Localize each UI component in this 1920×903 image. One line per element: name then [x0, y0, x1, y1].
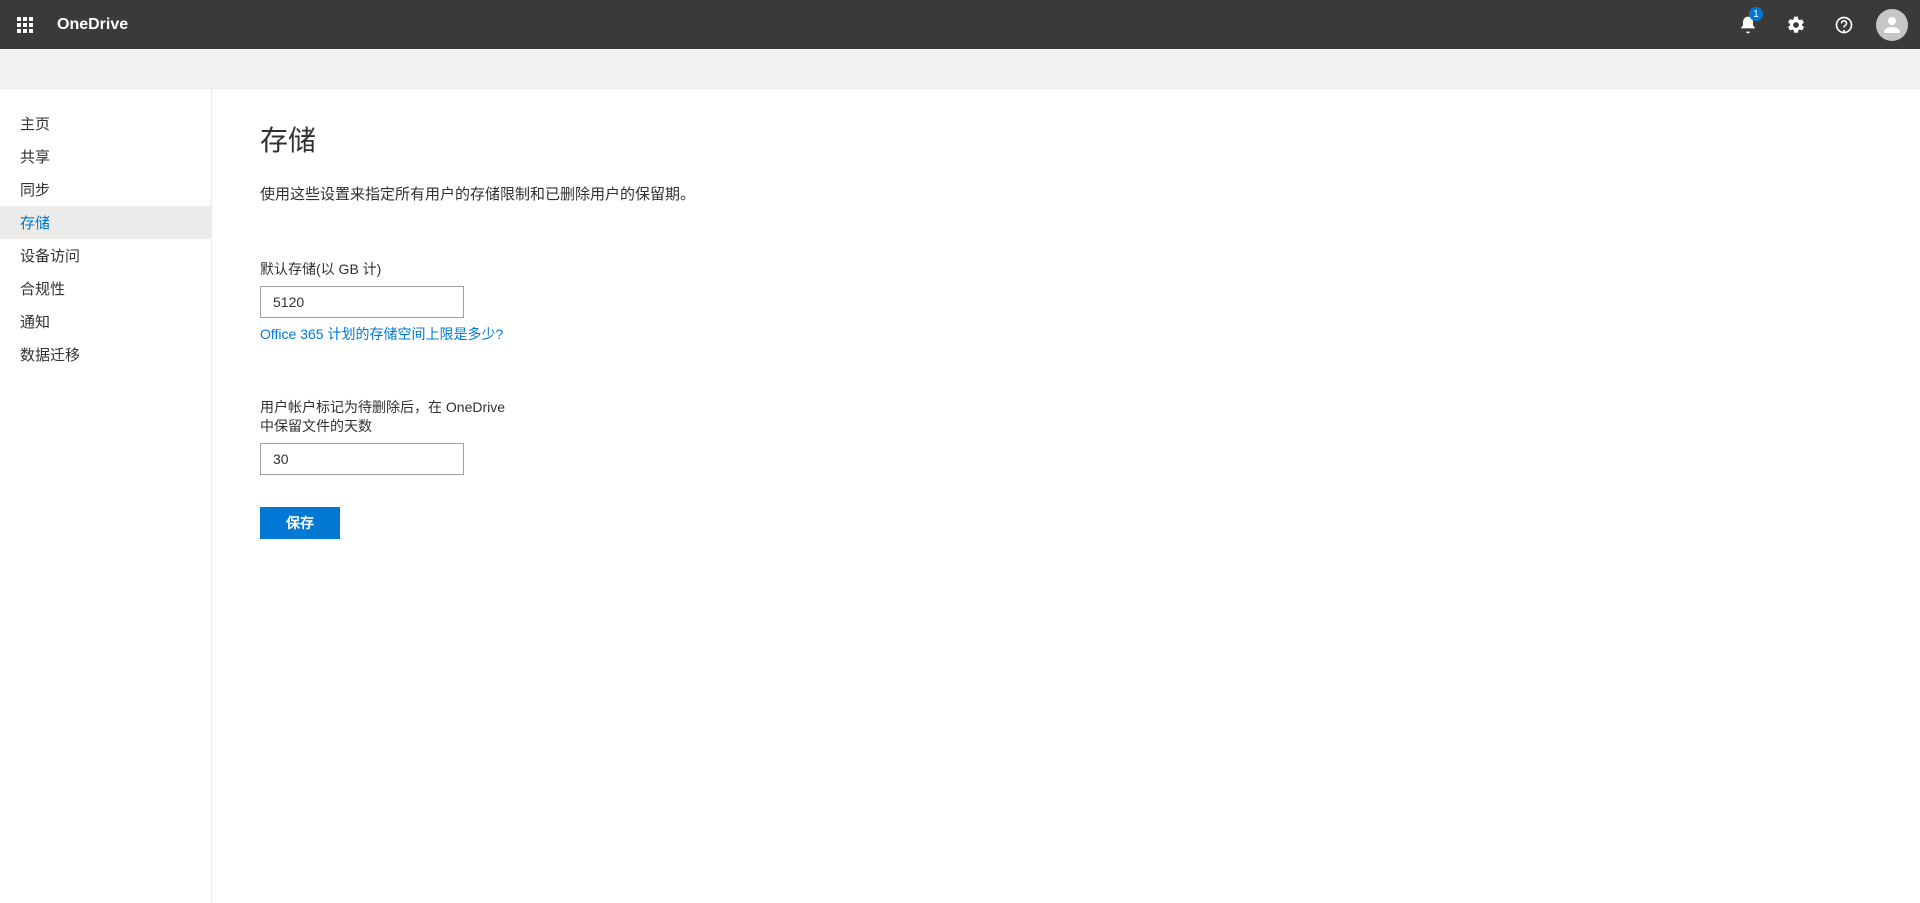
default-storage-field: 默认存储(以 GB 计) Office 365 计划的存储空间上限是多少?: [260, 260, 1872, 344]
content-layout: 主页 共享 同步 存储 设备访问 合规性 通知 数据迁移 存储 使用这些设置来指…: [0, 89, 1920, 903]
settings-button[interactable]: [1772, 0, 1820, 49]
sidebar-item-label: 存储: [20, 212, 50, 233]
header-bar: OneDrive 1: [0, 0, 1920, 49]
retention-field: 用户帐户标记为待删除后，在 OneDrive 中保留文件的天数: [260, 398, 1872, 475]
retention-input[interactable]: [260, 443, 464, 475]
waffle-icon: [17, 17, 33, 33]
notifications-button[interactable]: 1: [1724, 0, 1772, 49]
sidebar-item-label: 数据迁移: [20, 344, 80, 365]
sidebar-item-notifications[interactable]: 通知: [0, 305, 211, 338]
sidebar-item-storage[interactable]: 存储: [0, 206, 211, 239]
main-content: 存储 使用这些设置来指定所有用户的存储限制和已删除用户的保留期。 默认存储(以 …: [212, 89, 1920, 903]
save-button[interactable]: 保存: [260, 507, 340, 539]
storage-limit-link[interactable]: Office 365 计划的存储空间上限是多少?: [260, 324, 503, 344]
app-name: OneDrive: [57, 16, 128, 34]
page-description: 使用这些设置来指定所有用户的存储限制和已删除用户的保留期。: [260, 183, 1872, 204]
user-icon: [1880, 13, 1904, 37]
avatar[interactable]: [1876, 9, 1908, 41]
sidebar-item-label: 合规性: [20, 278, 65, 299]
sidebar-item-label: 共享: [20, 146, 50, 167]
sidebar-item-device-access[interactable]: 设备访问: [0, 239, 211, 272]
gear-icon: [1786, 15, 1806, 35]
sidebar-item-label: 通知: [20, 311, 50, 332]
sidebar-item-label: 主页: [20, 113, 50, 134]
sidebar-item-home[interactable]: 主页: [0, 107, 211, 140]
help-icon: [1834, 15, 1854, 35]
header-right: 1: [1724, 0, 1920, 49]
retention-label: 用户帐户标记为待删除后，在 OneDrive 中保留文件的天数: [260, 398, 510, 437]
sidebar-item-label: 设备访问: [20, 245, 80, 266]
storage-input[interactable]: [260, 286, 464, 318]
app-launcher-button[interactable]: [0, 0, 49, 49]
header-left: OneDrive: [0, 0, 128, 49]
sidebar-item-compliance[interactable]: 合规性: [0, 272, 211, 305]
command-bar: [0, 49, 1920, 89]
sidebar-item-sharing[interactable]: 共享: [0, 140, 211, 173]
help-button[interactable]: [1820, 0, 1868, 49]
page-title: 存储: [260, 119, 1872, 159]
sidebar-item-sync[interactable]: 同步: [0, 173, 211, 206]
sidebar-item-label: 同步: [20, 179, 50, 200]
sidebar-item-data-migration[interactable]: 数据迁移: [0, 338, 211, 371]
sidebar-nav: 主页 共享 同步 存储 设备访问 合规性 通知 数据迁移: [0, 89, 212, 903]
notification-badge: 1: [1749, 7, 1763, 21]
storage-label: 默认存储(以 GB 计): [260, 260, 510, 280]
